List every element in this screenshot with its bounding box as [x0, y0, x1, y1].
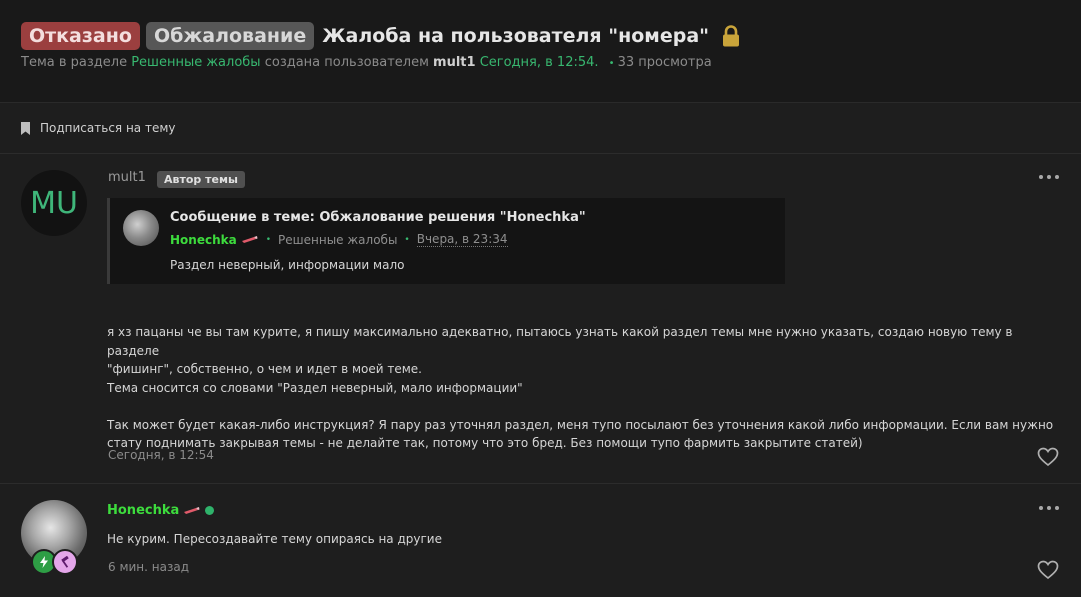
post-body-line: Тема сносится со словами "Раздел неверны… — [107, 380, 523, 395]
meta-prefix-text: Тема в разделе — [21, 55, 128, 70]
meta-date[interactable]: Сегодня, в 12:54. — [480, 55, 599, 70]
pencil-icon — [184, 506, 200, 514]
more-options-icon[interactable] — [1039, 173, 1059, 181]
divider — [0, 153, 1081, 154]
quote-date: Вчера, в 23:34 — [416, 232, 508, 247]
post-body-line: стату поднимать закрывая темы - не делай… — [107, 436, 863, 450]
post-body: Не курим. Пересоздавайте тему опираясь н… — [107, 532, 442, 546]
post-body-line: Так может будет какая-либо инструкция? Я… — [107, 417, 1054, 432]
thread-header: Отказано Обжалование Жалоба на пользоват… — [0, 0, 1081, 88]
heart-icon[interactable] — [1037, 560, 1059, 580]
heart-icon[interactable] — [1037, 447, 1059, 467]
quote-avatar — [123, 210, 159, 246]
bookmark-icon — [21, 121, 30, 135]
prefix-appeal[interactable]: Обжалование — [145, 22, 315, 50]
author-badge: Автор темы — [157, 171, 245, 188]
thread-panel: Подписаться на тему MU mult1 Автор темы … — [0, 102, 1081, 597]
pencil-icon — [241, 235, 258, 243]
more-options-icon[interactable] — [1039, 504, 1059, 512]
separator-dot: • — [265, 234, 272, 245]
subscribe-button[interactable]: Подписаться на тему — [20, 121, 176, 135]
online-status-icon — [205, 506, 214, 515]
subscribe-label: Подписаться на тему — [40, 121, 176, 135]
post-body-line: я хз пацаны че вы там курите, я пишу мак… — [107, 325, 1013, 358]
meta-separator-dot: • — [608, 58, 615, 69]
meta-user-link[interactable]: mult1 — [433, 55, 476, 70]
meta-created-text: создана пользователем — [264, 55, 429, 70]
prefix-refused[interactable]: Отказано — [21, 22, 140, 50]
quote-author[interactable]: Honechka — [170, 233, 237, 247]
avatar[interactable]: MU — [21, 170, 87, 236]
quote-section: Решенные жалобы — [278, 232, 398, 247]
post-username-text[interactable]: Honechka — [107, 503, 179, 518]
post-time[interactable]: Сегодня, в 12:54 — [108, 448, 214, 462]
meta-views: 33 просмотра — [617, 55, 712, 70]
meta-section-link[interactable]: Решенные жалобы — [131, 55, 260, 70]
post-username[interactable]: mult1 — [108, 170, 146, 185]
quote-block[interactable]: Сообщение в теме: Обжалование решения "H… — [107, 198, 785, 284]
lock-icon — [721, 25, 741, 47]
hammer-badge-icon — [52, 549, 78, 575]
quote-text: Раздел неверный, информации мало — [170, 258, 405, 272]
quote-title[interactable]: Сообщение в теме: Обжалование решения "H… — [170, 210, 586, 225]
quote-meta: Honechka • Решенные жалобы • Вчера, в 23… — [170, 232, 508, 247]
post-body: я хз пацаны че вы там курите, я пишу мак… — [107, 323, 1067, 453]
thread-title-row: Отказано Обжалование Жалоба на пользоват… — [21, 21, 741, 51]
thread-title: Жалоба на пользователя "номера" — [322, 25, 710, 47]
post-username[interactable]: Honechka — [107, 503, 201, 518]
thread-meta: Тема в разделе Решенные жалобы создана п… — [21, 55, 712, 70]
separator-dot: • — [404, 234, 410, 245]
post-time[interactable]: 6 мин. назад — [108, 560, 189, 574]
divider — [0, 483, 1081, 484]
post-body-line: "фишинг", собственно, о чем и идет в мое… — [107, 362, 422, 376]
